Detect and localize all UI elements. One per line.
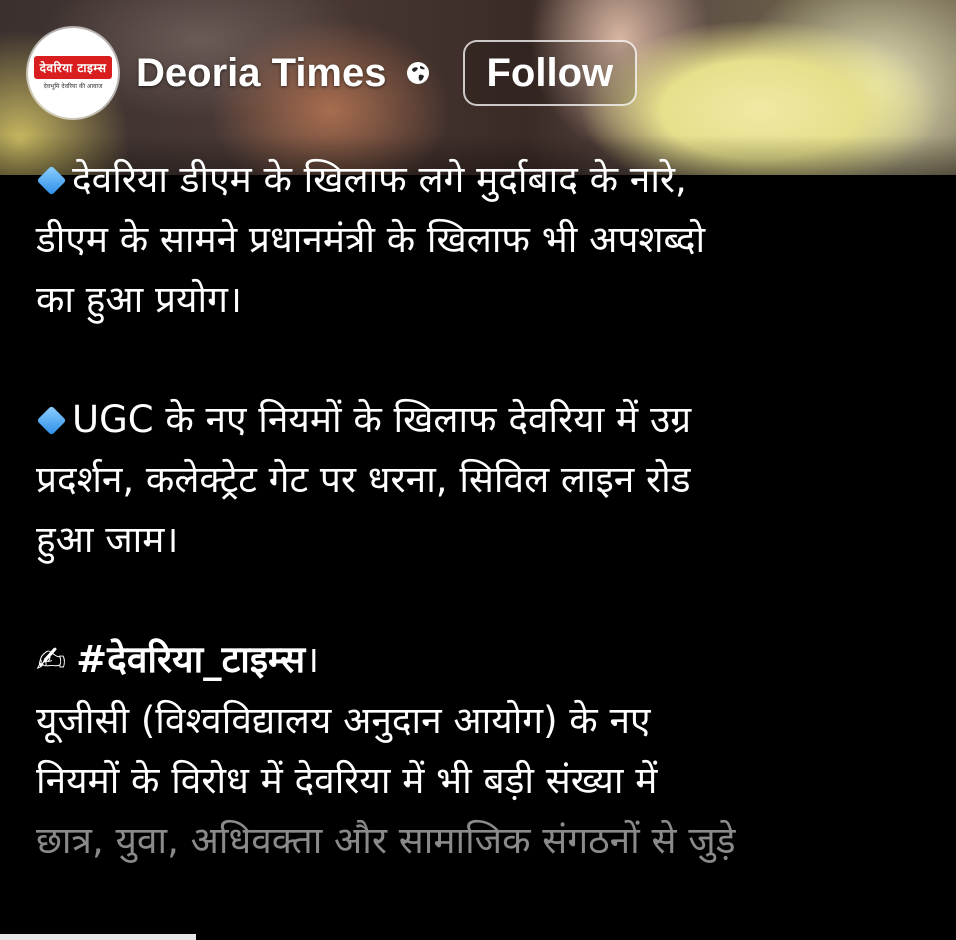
page-avatar[interactable]: देवरिया टाइम्स देवभूमि देवरिया की आवाज [28,28,118,118]
post-line: देवरिया डीएम के खिलाफ लगे मुर्दाबाद के न… [36,150,936,210]
post-line: प्रदर्शन, कलेक्ट्रेट गेट पर धरना, सिविल … [36,458,691,501]
post-line: नियमों के विरोध में देवरिया में भी बड़ी … [36,759,658,802]
avatar-logo: देवरिया टाइम्स [33,56,113,79]
page-name[interactable]: Deoria Times [136,51,387,96]
post-line: यूजीसी (विश्वविद्यालय अनुदान आयोग) के नए [36,699,651,742]
video-progress-bar[interactable] [0,934,196,940]
writing-hand-icon: ✍ [36,640,67,681]
follow-button[interactable]: Follow [462,40,638,106]
avatar-tagline: देवभूमि देवरिया की आवाज [43,83,103,90]
post-header: देवरिया टाइम्स देवभूमि देवरिया की आवाज D… [28,28,638,118]
globe-icon [405,60,431,86]
post-text-line: UGC के नए नियमों के खिलाफ देवरिया में उग… [72,398,692,441]
hashtag-suffix: । [305,638,320,681]
post-line: डीएम के सामने प्रधानमंत्री के खिलाफ भी अ… [36,218,706,261]
post-line: UGC के नए नियमों के खिलाफ देवरिया में उग… [36,390,936,450]
post-line: का हुआ प्रयोग। [36,278,242,321]
blue-diamond-icon [36,165,66,195]
post-line: हुआ जाम। [36,518,179,561]
post-line-faded: छात्र, युवा, अधिवक्ता और सामाजिक संगठनों… [36,819,736,862]
hashtag-link[interactable]: #देवरिया_टाइम्स [76,638,305,681]
blue-diamond-icon [36,405,66,435]
post-body: देवरिया डीएम के खिलाफ लगे मुर्दाबाद के न… [36,150,936,871]
post-text-line: देवरिया डीएम के खिलाफ लगे मुर्दाबाद के न… [72,158,687,201]
post-line: ✍ #देवरिया_टाइम्स। [36,630,936,691]
